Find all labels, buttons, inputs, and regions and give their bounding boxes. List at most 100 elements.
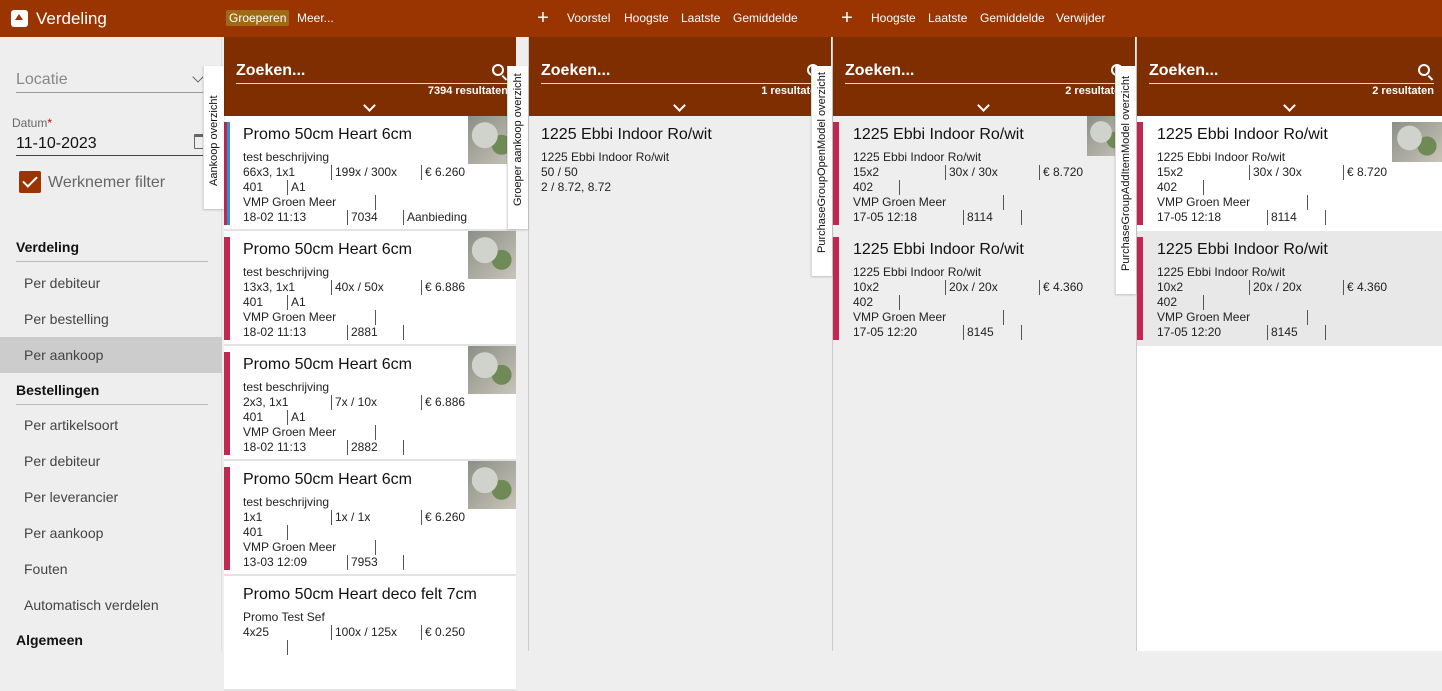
list-item[interactable]: 1225 Ebbi Indoor Ro/wit 1225 Ebbi Indoor… [833,231,1135,346]
tab-purchase-group-open-model[interactable]: PurchaseGroupOpenModel overzicht [811,66,832,276]
sidebar: Locatie Datum* 11-10-2023 Werknemer filt… [0,37,222,651]
search-placeholder: Zoeken... [541,62,611,79]
location-select[interactable]: Locatie [16,67,206,93]
status-strip [1137,237,1143,340]
nav-automatisch-verdelen[interactable]: Automatisch verdelen [0,587,222,623]
cell [287,525,291,540]
search-input[interactable]: Zoeken... [236,62,508,84]
list-item[interactable]: Promo 50cm Heart 6cm test beschrijving 2… [224,346,516,461]
chevron-down-icon[interactable] [977,99,990,112]
item-title: Promo 50cm Heart 6cm [243,126,412,143]
hoogste-button[interactable]: Hoogste [624,11,669,25]
nav-verdeling-per-bestelling[interactable]: Per bestelling [0,301,222,337]
cell: 401 [243,525,264,539]
gemiddelde-button-2[interactable]: Gemiddelde [980,11,1045,25]
cell: VMP Groen Meer [243,425,337,439]
cell: 7034 [347,210,378,225]
cell: 10x2 [853,280,880,294]
gemiddelde-button[interactable]: Gemiddelde [733,11,798,25]
list-item[interactable]: Promo 50cm Heart deco felt 7cm Promo Tes… [224,576,516,691]
cell: 402 [1157,295,1178,309]
nav-bestellingen-per-debiteur[interactable]: Per debiteur [0,443,222,479]
tab-groeper-aankoop-overzicht[interactable]: Groeper aankoop overzicht [507,66,528,229]
employee-filter-checkbox[interactable] [19,171,41,193]
chevron-down-icon[interactable] [673,99,686,112]
section-verdeling: Verdeling [16,239,208,262]
cell: 402 [853,295,874,309]
panel-purchase-group-add-item-model: Zoeken... 2 resultaten 1225 Ebbi Indoor … [1136,37,1442,651]
product-thumbnail [468,461,516,509]
laatste-button[interactable]: Laatste [681,11,720,25]
desc-text: test beschrijving [243,150,330,164]
chevron-down-icon[interactable] [1282,99,1296,112]
status-strip [833,122,839,225]
groeperen-button[interactable]: Groeperen [226,10,290,26]
item-title: Promo 50cm Heart 6cm [243,356,412,373]
cell [899,295,903,310]
result-list: 1225 Ebbi Indoor Ro/wit 1225 Ebbi Indoor… [833,116,1135,346]
nav-per-leverancier[interactable]: Per leverancier [0,479,222,515]
cell: 8145 [1267,325,1298,340]
section-bestellingen: Bestellingen [16,382,208,405]
cell [1021,325,1025,340]
nav-fouten[interactable]: Fouten [0,551,222,587]
cell: 8114 [1267,210,1297,225]
search-input[interactable]: Zoeken... [845,62,1127,84]
list-item[interactable]: Promo 50cm Heart 6cm test beschrijving 6… [224,116,516,231]
list-item[interactable]: 1225 Ebbi Indoor Ro/wit 1225 Ebbi Indoor… [529,116,831,231]
list-item[interactable]: 1225 Ebbi Indoor Ro/wit 1225 Ebbi Indoor… [833,116,1135,231]
search-icon[interactable] [492,64,504,76]
meer-button[interactable]: Meer... [297,11,334,25]
date-field[interactable]: 11-10-2023 [16,132,208,156]
add-item-button[interactable]: + [835,7,859,29]
list-item[interactable]: Promo 50cm Heart 6cm test beschrijving 1… [224,231,516,346]
item-title: 1225 Ebbi Indoor Ro/wit [1157,241,1328,258]
tab-label: PurchaseGroupOpenModel overzicht [816,72,828,253]
tab-label: Groeper aankoop overzicht [512,73,524,206]
hoogste-button-2[interactable]: Hoogste [871,11,916,25]
search-input[interactable]: Zoeken... [1149,62,1434,84]
cell: 17-05 12:18 [1157,210,1222,224]
result-list: Promo 50cm Heart 6cm test beschrijving 6… [224,116,516,691]
item-title: Promo 50cm Heart deco felt 7cm [243,586,477,603]
nav-verdeling-per-aankoop[interactable]: Per aankoop [0,337,222,373]
panel-groeper-aankoop-overzicht: Zoeken... 1 resultaten 1225 Ebbi Indoor … [528,37,831,651]
laatste-button-2[interactable]: Laatste [928,11,967,25]
cell: 30x / 30x [1249,165,1302,180]
search-icon[interactable] [1418,64,1430,76]
cell: 4x25 [243,625,270,639]
cell [403,555,407,570]
voorstel-button[interactable]: Voorstel [567,11,610,25]
cell: 2882 [347,440,378,455]
desc-text: 1225 Ebbi Indoor Ro/wit [1157,150,1286,164]
add-voorstel-button[interactable]: + [531,7,555,29]
list-item[interactable]: Promo 50cm Heart 6cm test beschrijving 1… [224,461,516,576]
status-strip [224,122,230,225]
verwijder-button[interactable]: Verwijder [1056,11,1105,25]
app-home-icon[interactable] [11,10,28,27]
search-placeholder: Zoeken... [1149,62,1219,79]
nav-bestellingen-per-aankoop[interactable]: Per aankoop [0,515,222,551]
cell: 402 [853,180,874,194]
chevron-down-icon[interactable] [363,99,376,112]
list-item[interactable]: 1225 Ebbi Indoor Ro/wit 1225 Ebbi Indoor… [1137,116,1442,231]
item-title: 1225 Ebbi Indoor Ro/wit [541,126,712,143]
cell: 20x / 20x [945,280,998,295]
cell: 199x / 300x [331,165,397,180]
item-title: 1225 Ebbi Indoor Ro/wit [853,241,1024,258]
nav-per-artikelsoort[interactable]: Per artikelsoort [0,407,222,443]
tab-aankoop-overzicht[interactable]: Aankoop overzicht [203,66,224,209]
panel-header: Zoeken... 2 resultaten [833,37,1135,116]
cell: 401 [243,180,264,194]
cell: 8114 [963,210,993,225]
cell: 7953 [347,555,378,570]
cell: A1 [287,295,306,310]
panel-header: Zoeken... 2 resultaten [1137,37,1442,116]
cell: 13-03 12:09 [243,555,308,569]
search-input[interactable]: Zoeken... [541,62,823,84]
list-item[interactable]: 1225 Ebbi Indoor Ro/wit 1225 Ebbi Indoor… [1137,231,1442,346]
cell [1307,195,1311,210]
nav-verdeling-per-debiteur[interactable]: Per debiteur [0,265,222,301]
tab-purchase-group-add-item-model[interactable]: PurchaseGroupAddItemModel overzicht [1115,66,1136,294]
cell: 30x / 30x [945,165,998,180]
